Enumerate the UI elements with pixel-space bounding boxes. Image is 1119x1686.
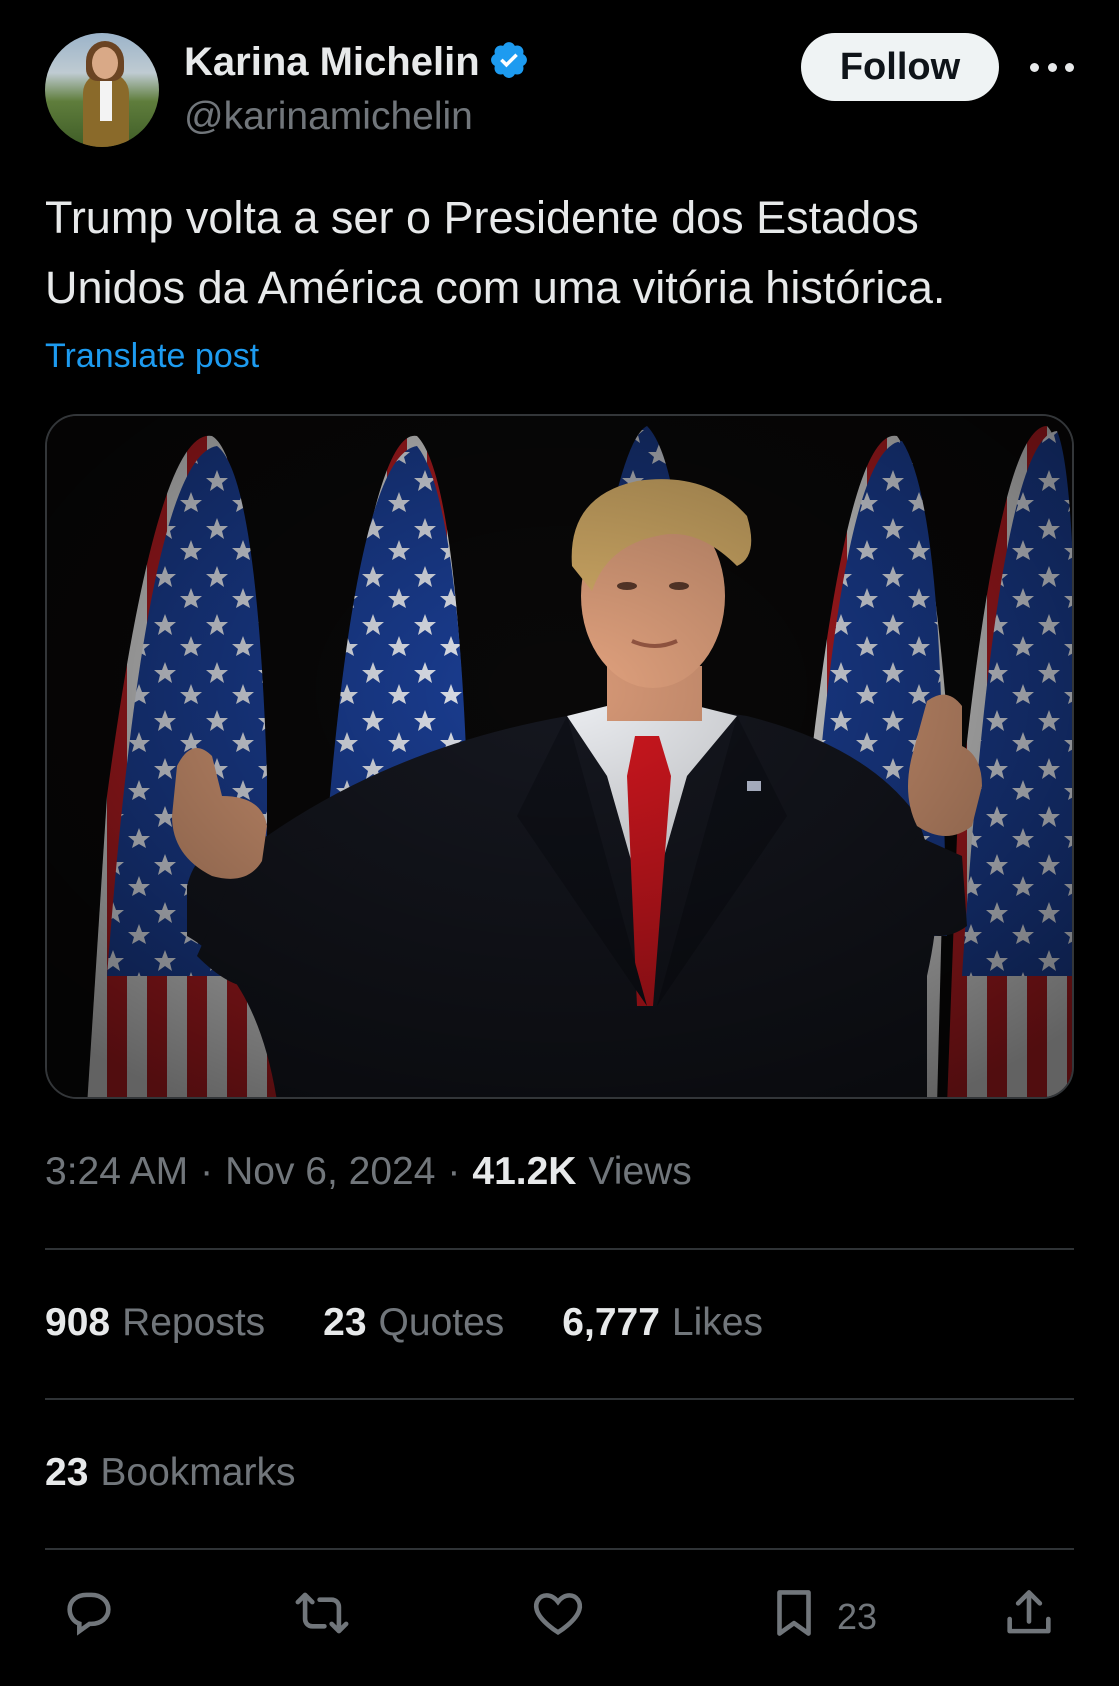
more-icon[interactable] <box>1030 57 1074 77</box>
like-icon <box>529 1584 587 1651</box>
reposts-label: Reposts <box>122 1301 266 1344</box>
avatar[interactable] <box>45 33 159 147</box>
reply-icon <box>60 1584 118 1651</box>
translate-link[interactable]: Translate post <box>45 337 259 376</box>
quotes-count: 23 <box>323 1301 367 1344</box>
reposts-count: 908 <box>45 1301 111 1344</box>
bookmark-button[interactable]: 23 <box>765 1585 877 1649</box>
quotes-label: Quotes <box>378 1301 505 1344</box>
separator-dot: · <box>447 1150 461 1193</box>
separator-dot: · <box>200 1150 214 1193</box>
bookmarks-count: 23 <box>45 1451 89 1494</box>
quotes-stat[interactable]: 23 Quotes <box>323 1301 504 1345</box>
post-image[interactable] <box>45 414 1074 1099</box>
reposts-stat[interactable]: 908 Reposts <box>45 1301 265 1345</box>
author-name-row[interactable]: Karina Michelin <box>184 39 530 86</box>
share-button[interactable] <box>1000 1585 1058 1649</box>
bookmark-count: 23 <box>837 1596 878 1637</box>
reply-button[interactable] <box>60 1585 118 1649</box>
views-count: 41.2K <box>472 1150 577 1193</box>
views-label: Views <box>588 1150 692 1193</box>
bookmarks-label: Bookmarks <box>100 1451 296 1494</box>
post-header: Karina Michelin @karinamichelin Follow <box>45 33 1074 149</box>
like-button[interactable] <box>529 1585 587 1649</box>
likes-label: Likes <box>671 1301 763 1344</box>
post-meta: 3:24 AM · Nov 6, 2024 · 41.2K Views <box>45 1150 692 1194</box>
action-bar: 23 <box>45 1585 1074 1649</box>
likes-count: 6,777 <box>562 1301 660 1344</box>
author-name[interactable]: Karina Michelin <box>184 40 480 85</box>
post-text: Trump volta a ser o Presidente dos Estad… <box>45 192 946 313</box>
verified-badge-icon <box>488 39 530 86</box>
bookmarks-stat[interactable]: 23 Bookmarks <box>45 1451 295 1495</box>
follow-button[interactable]: Follow <box>801 33 999 101</box>
divider <box>45 1398 1074 1400</box>
divider <box>45 1248 1074 1250</box>
bookmark-icon <box>765 1584 823 1651</box>
engagement-stats: 908 Reposts 23 Quotes 6,777 Likes <box>45 1301 763 1345</box>
repost-icon <box>293 1584 351 1651</box>
likes-stat[interactable]: 6,777 Likes <box>562 1301 763 1345</box>
divider <box>45 1548 1074 1550</box>
bookmarks-stats: 23 Bookmarks <box>45 1451 295 1495</box>
author-handle[interactable]: @karinamichelin <box>184 95 473 139</box>
post-time[interactable]: 3:24 AM <box>45 1150 188 1194</box>
share-icon <box>1000 1584 1058 1651</box>
repost-button[interactable] <box>293 1585 351 1649</box>
post-date[interactable]: Nov 6, 2024 <box>225 1150 435 1194</box>
